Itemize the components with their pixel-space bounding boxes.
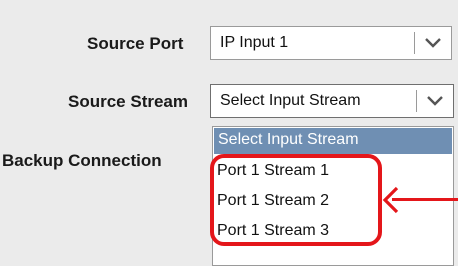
dropdown-option-selected[interactable]: Select Input Stream: [214, 128, 452, 154]
annotation-highlight-box: [210, 154, 382, 246]
source-stream-value: Select Input Stream: [220, 92, 361, 109]
source-port-select[interactable]: IP Input 1: [210, 26, 452, 60]
source-port-label: Source Port: [87, 34, 184, 53]
chevron-down-icon[interactable]: [415, 27, 451, 59]
dropdown-option-label: Select Input Stream: [218, 131, 359, 148]
arrow-left-icon: [382, 186, 399, 214]
source-stream-label: Source Stream: [68, 92, 188, 111]
source-port-value: IP Input 1: [220, 34, 289, 51]
source-stream-select[interactable]: Select Input Stream: [210, 84, 454, 118]
backup-connection-label: Backup Connection: [2, 151, 162, 170]
annotation-arrow-shaft: [392, 198, 458, 201]
chevron-down-icon[interactable]: [417, 85, 453, 117]
